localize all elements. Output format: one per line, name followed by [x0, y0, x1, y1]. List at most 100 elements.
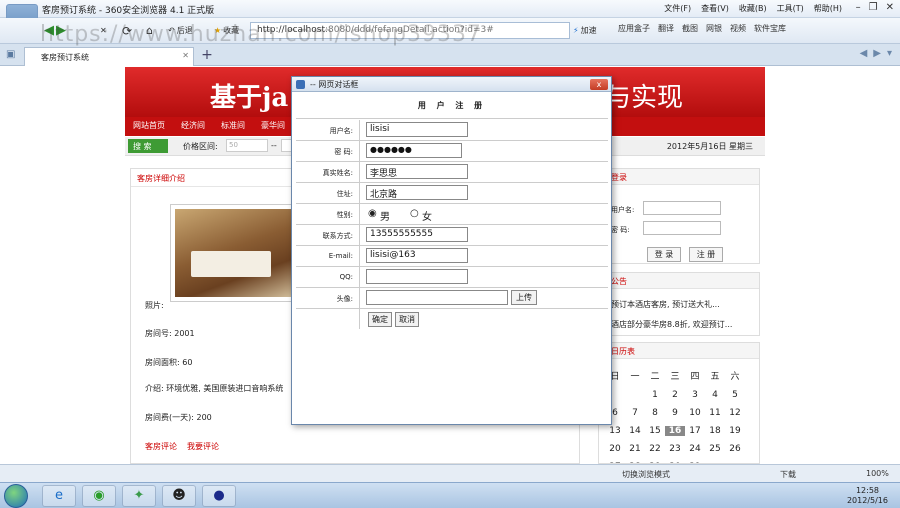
app-icon[interactable]: ✦: [122, 485, 156, 507]
calendar-day[interactable]: 21: [625, 444, 645, 454]
video-button[interactable]: 视频: [730, 23, 746, 34]
write-comment-link[interactable]: 我要评论: [187, 441, 219, 452]
dialog-close-button[interactable]: x: [590, 79, 608, 90]
accelerate-label: 加速: [580, 26, 597, 35]
download-button[interactable]: 下载: [780, 469, 796, 480]
phone-label: 联系方式:: [296, 225, 360, 245]
nav-standard[interactable]: 标准间: [221, 120, 245, 133]
email-label: E-mail:: [296, 246, 360, 266]
calendar-day[interactable]: 9: [665, 408, 685, 418]
notice-item[interactable]: 酒店部分豪华房8.8折, 欢迎预订...: [611, 319, 732, 330]
system-clock[interactable]: 12:58 2012/5/16: [847, 486, 888, 506]
calendar-day[interactable]: 3: [685, 390, 705, 400]
price-separator: --: [271, 141, 277, 150]
avatar-label: 头像:: [296, 288, 360, 308]
qq-icon[interactable]: ☻: [162, 485, 196, 507]
calendar-day[interactable]: 13: [605, 426, 625, 436]
calendar-day[interactable]: 25: [705, 444, 725, 454]
sidebar-toggle-icon[interactable]: ▣: [6, 49, 15, 60]
price-min-input[interactable]: 50: [226, 139, 268, 152]
qq-input[interactable]: [366, 269, 468, 284]
tab-left-icon[interactable]: ◀: [860, 48, 868, 59]
room-comments-link[interactable]: 客房评论: [145, 441, 177, 452]
calendar-day[interactable]: 20: [605, 444, 625, 454]
accelerate-button[interactable]: ⚡ 加速: [573, 23, 597, 38]
login-username-input[interactable]: [643, 201, 721, 215]
eclipse-icon[interactable]: ●: [202, 485, 236, 507]
calendar-day[interactable]: 17: [685, 426, 705, 436]
calendar-day[interactable]: 1: [645, 390, 665, 400]
login-box: 登录 用户名: 密 码: 登 录 注 册: [598, 168, 760, 264]
tab-right-icon[interactable]: ▶: [873, 48, 881, 59]
calendar-day[interactable]: 26: [725, 444, 745, 454]
calendar-day[interactable]: 4: [705, 390, 725, 400]
cancel-button[interactable]: 取消: [395, 312, 419, 327]
price-range-label: 价格区间:: [183, 142, 218, 151]
gender-male-radio[interactable]: ◉: [368, 208, 377, 219]
upload-button[interactable]: 上传: [511, 290, 537, 305]
tab-list-icon[interactable]: ▾: [887, 48, 892, 59]
ebank-button[interactable]: 网银: [706, 23, 722, 34]
clock-time: 12:58: [855, 486, 880, 495]
avatar-file-input[interactable]: [366, 290, 508, 305]
tab-nav-controls: ◀ ▶ ▾: [860, 48, 892, 59]
calendar-day[interactable]: 18: [705, 426, 725, 436]
status-bar: 切换浏览模式 下载 100%: [0, 464, 900, 482]
nav-home[interactable]: 网站首页: [133, 120, 165, 133]
calendar-day[interactable]: 11: [705, 408, 725, 418]
calendar-day[interactable]: 23: [665, 444, 685, 454]
close-icon[interactable]: ✕: [886, 2, 894, 13]
menu-file[interactable]: 文件(F): [664, 3, 691, 14]
calendar-day[interactable]: 12: [725, 408, 745, 418]
menu-view[interactable]: 查看(V): [701, 3, 729, 14]
window-controls: – ❐ ✕: [856, 2, 894, 13]
password-input[interactable]: ●●●●●●: [366, 143, 462, 158]
browse-mode-button[interactable]: 切换浏览模式: [622, 469, 670, 480]
menu-favorites[interactable]: 收藏(B): [739, 3, 767, 14]
register-button[interactable]: 注 册: [689, 247, 723, 262]
calendar-weekday: 三: [670, 372, 680, 382]
minimize-icon[interactable]: –: [856, 2, 861, 13]
calendar-day[interactable]: 5: [725, 390, 745, 400]
email-input[interactable]: lisisi@163: [366, 248, 468, 263]
nav-economy[interactable]: 经济间: [181, 120, 205, 133]
ok-button[interactable]: 确定: [368, 312, 392, 327]
app-box-button[interactable]: 应用盒子: [618, 23, 650, 34]
calendar-day[interactable]: 10: [685, 408, 705, 418]
new-tab-button[interactable]: +: [198, 47, 216, 65]
start-button[interactable]: [4, 484, 28, 508]
tab-label: 客房预订系统: [41, 53, 89, 62]
search-tag[interactable]: 搜 索: [128, 139, 168, 153]
address-input[interactable]: 北京路: [366, 185, 468, 200]
calendar-day[interactable]: 7: [625, 408, 645, 418]
calendar-day[interactable]: 8: [645, 408, 665, 418]
login-password-input[interactable]: [643, 221, 721, 235]
translate-button[interactable]: 翻译: [658, 23, 674, 34]
menu-help[interactable]: 帮助(H): [814, 3, 842, 14]
nav-deluxe[interactable]: 豪华间: [261, 120, 285, 133]
calendar-day[interactable]: 14: [625, 426, 645, 436]
calendar-day[interactable]: 16: [665, 426, 685, 436]
gender-female-radio[interactable]: ○: [410, 208, 419, 219]
restore-icon[interactable]: ❐: [869, 2, 878, 13]
tab-close-icon[interactable]: ✕: [182, 51, 189, 60]
browser-360-icon[interactable]: ◉: [82, 485, 116, 507]
calendar-day[interactable]: 22: [645, 444, 665, 454]
ie-icon[interactable]: e: [42, 485, 76, 507]
address-label: 住址:: [296, 183, 360, 203]
calendar-day[interactable]: 15: [645, 426, 665, 436]
realname-input[interactable]: 李思思: [366, 164, 468, 179]
photo-label: 照片:: [145, 301, 164, 310]
calendar-day[interactable]: 2: [665, 390, 685, 400]
login-button[interactable]: 登 录: [647, 247, 681, 262]
username-input[interactable]: lisisi: [366, 122, 468, 137]
calendar-day[interactable]: 24: [685, 444, 705, 454]
tab-hotel-booking[interactable]: 客房预订系统 ✕: [24, 47, 194, 66]
screenshot-button[interactable]: 截图: [682, 23, 698, 34]
calendar-day[interactable]: 19: [725, 426, 745, 436]
software-button[interactable]: 软件宝库: [754, 23, 786, 34]
phone-input[interactable]: 13555555555: [366, 227, 468, 242]
notice-item[interactable]: 预订本酒店客房, 预订送大礼...: [611, 299, 720, 310]
menu-tools[interactable]: 工具(T): [777, 3, 804, 14]
zoom-level[interactable]: 100%: [866, 469, 889, 478]
